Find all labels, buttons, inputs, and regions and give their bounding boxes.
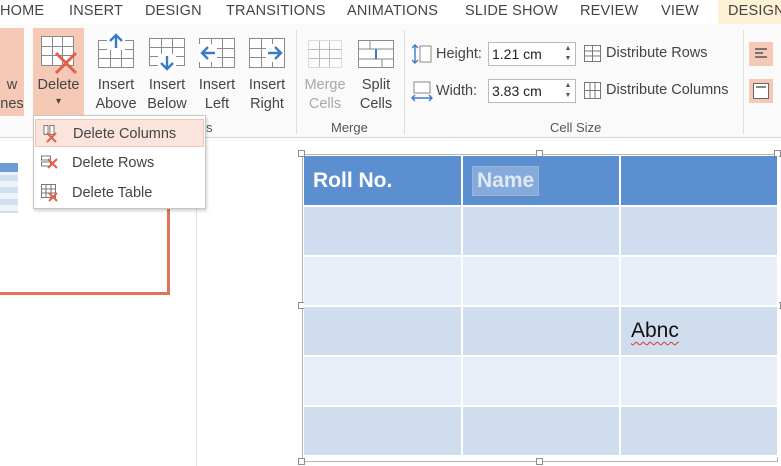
delete-columns-icon — [43, 125, 57, 143]
delete-columns-menu-item[interactable]: Delete Columns — [35, 119, 204, 147]
tab-review[interactable]: REVIEW — [580, 3, 638, 19]
table-cell[interactable] — [620, 406, 779, 457]
tab-animations[interactable]: ANIMATIONS — [347, 3, 438, 19]
table-header-row: Roll No. Name — [304, 156, 779, 207]
merge-group-label: Merge — [331, 120, 368, 135]
height-icon — [412, 44, 432, 64]
slide-table[interactable]: Roll No. Name Abnc — [304, 156, 779, 457]
delete-x-icon — [54, 51, 78, 75]
merge-cells-icon — [308, 40, 342, 68]
table-cell[interactable] — [462, 356, 621, 407]
thumbnail-table-header — [0, 163, 18, 172]
table-cell[interactable] — [304, 406, 463, 457]
tab-transitions[interactable]: TRANSITIONS — [226, 3, 326, 19]
table-cell[interactable] — [304, 356, 463, 407]
delete-dropdown-menu: Delete Columns Delete Rows Delete Table — [33, 115, 206, 209]
rows-columns-group-label: s — [206, 120, 213, 135]
arrow-right-icon — [266, 44, 284, 62]
tab-design[interactable]: DESIGN — [145, 3, 202, 19]
table-cell[interactable] — [304, 206, 463, 257]
delete-rows-menu-item[interactable]: Delete Rows — [35, 149, 204, 177]
table-header-cell[interactable] — [620, 156, 779, 207]
table-row — [304, 206, 779, 257]
align-top-icon[interactable] — [752, 82, 770, 100]
table-row: Abnc — [304, 306, 779, 357]
table-cell[interactable] — [462, 206, 621, 257]
split-cells-icon — [358, 40, 394, 68]
width-field[interactable]: 3.83 cm ▲ ▼ — [488, 79, 576, 103]
table-cell[interactable]: Abnc — [620, 306, 779, 357]
cell-size-group-label: Cell Size — [550, 120, 602, 135]
spinner-arrows-icon[interactable]: ▲ ▼ — [563, 81, 573, 101]
table-cell[interactable] — [304, 306, 463, 357]
group-separator — [743, 30, 744, 134]
resize-handle[interactable] — [298, 458, 305, 465]
tab-insert[interactable]: INSERT — [69, 3, 123, 19]
table-row — [304, 356, 779, 407]
delete-table-icon — [41, 184, 58, 202]
cell-text: Abnc — [631, 319, 679, 342]
tab-view[interactable]: VIEW — [661, 3, 699, 19]
arrow-left-icon — [199, 44, 217, 62]
table-header-cell[interactable]: Name — [462, 156, 621, 207]
arrow-up-icon — [107, 32, 125, 50]
tab-home[interactable]: HOME — [0, 3, 44, 19]
distribute-rows-icon — [584, 45, 601, 62]
delete-button[interactable]: Delete ▾ — [33, 28, 84, 116]
resize-handle[interactable] — [536, 458, 543, 465]
tab-slide-show[interactable]: SLIDE SHOW — [465, 3, 558, 19]
table-row — [304, 406, 779, 457]
arrow-down-icon — [158, 54, 176, 72]
table-cell[interactable] — [462, 406, 621, 457]
height-field[interactable]: 1.21 cm ▲ ▼ — [488, 42, 576, 66]
selected-text[interactable]: Name — [472, 165, 540, 196]
height-label: Height: — [436, 46, 482, 62]
table-cell[interactable] — [462, 306, 621, 357]
table-cell[interactable] — [620, 256, 779, 307]
table-cell[interactable] — [462, 256, 621, 307]
table-cell[interactable] — [620, 356, 779, 407]
table-row — [304, 256, 779, 307]
spinner-arrows-icon[interactable]: ▲ ▼ — [563, 44, 573, 64]
distribute-columns-icon — [584, 82, 601, 99]
tab-table-design[interactable]: DESIGN — [718, 0, 781, 24]
width-icon — [411, 81, 433, 102]
group-separator — [404, 30, 405, 134]
chevron-down-icon: ▾ — [55, 96, 62, 107]
group-separator — [296, 30, 297, 134]
width-label: Width: — [436, 83, 478, 99]
table-cell[interactable] — [620, 206, 779, 257]
align-left-icon[interactable] — [753, 46, 769, 62]
ribbon-tab-bar: HOME INSERT DESIGN TRANSITIONS ANIMATION… — [0, 0, 781, 24]
delete-rows-icon — [41, 155, 58, 169]
partial-left-button[interactable]: w nes — [0, 76, 32, 114]
delete-table-menu-item[interactable]: Delete Table — [35, 179, 204, 207]
table-cell[interactable] — [304, 256, 463, 307]
table-header-cell[interactable]: Roll No. — [304, 156, 463, 207]
